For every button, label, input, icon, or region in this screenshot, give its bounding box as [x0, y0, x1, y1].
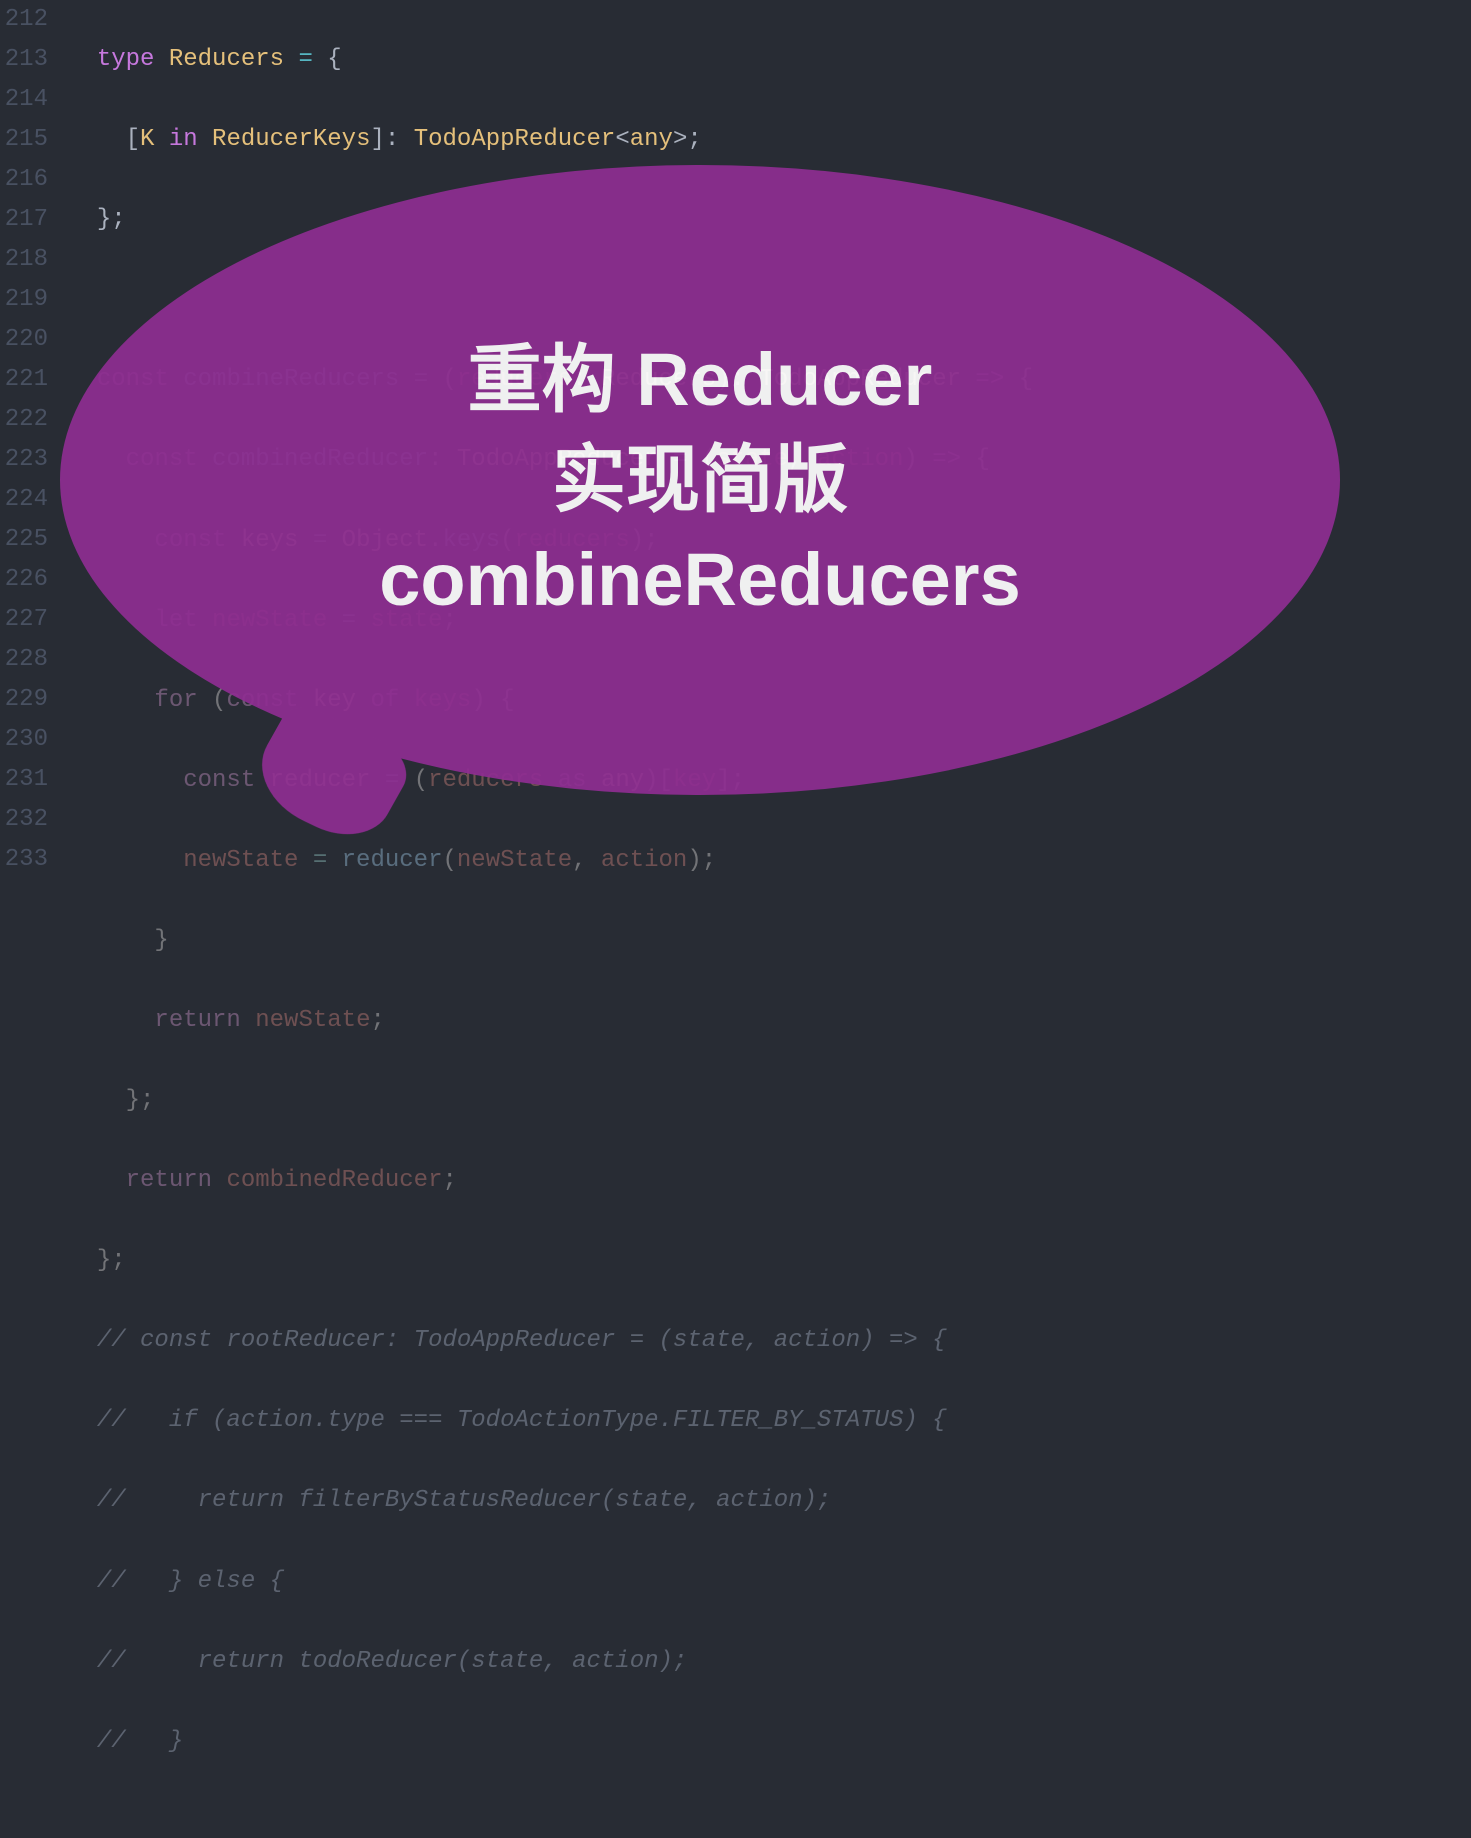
line-number-gutter: 212 213 214 215 216 217 218 219 220 221 … [0, 0, 68, 919]
code-line[interactable]: }; [68, 1081, 1471, 1121]
line-number: 212 [0, 0, 48, 40]
line-number: 213 [0, 40, 48, 80]
code-line[interactable]: // } else { [68, 1562, 1471, 1602]
code-line[interactable]: // if (action.type === TodoActionType.FI… [68, 1401, 1471, 1441]
line-number: 219 [0, 280, 48, 320]
line-number: 217 [0, 200, 48, 240]
code-line[interactable]: [K in ReducerKeys]: TodoAppReducer<any>; [68, 120, 1471, 160]
line-number: 222 [0, 400, 48, 440]
code-line[interactable]: // return todoReducer(state, action); [68, 1642, 1471, 1682]
line-number: 215 [0, 120, 48, 160]
bubble-title: 重构 Reducer 实现简版 combineReducers [379, 330, 1021, 630]
code-line[interactable]: } [68, 921, 1471, 961]
code-line[interactable]: newState = reducer(newState, action); [68, 841, 1471, 881]
line-number: 223 [0, 440, 48, 480]
line-number: 218 [0, 240, 48, 280]
bubble-line2: 实现简版 [379, 430, 1021, 530]
line-number: 230 [0, 720, 48, 760]
line-number: 228 [0, 640, 48, 680]
line-number: 231 [0, 760, 48, 800]
line-number: 226 [0, 560, 48, 600]
line-number: 225 [0, 520, 48, 560]
line-number: 220 [0, 320, 48, 360]
code-line[interactable]: }; [68, 1241, 1471, 1281]
line-number: 227 [0, 600, 48, 640]
line-number: 233 [0, 840, 48, 880]
bubble-line3: combineReducers [379, 530, 1021, 630]
bubble-line1: 重构 Reducer [379, 330, 1021, 430]
code-line[interactable]: // const rootReducer: TodoAppReducer = (… [68, 1321, 1471, 1361]
line-number: 224 [0, 480, 48, 520]
code-line[interactable]: // } [68, 1722, 1471, 1762]
line-number: 214 [0, 80, 48, 120]
code-line[interactable]: return newState; [68, 1001, 1471, 1041]
line-number: 216 [0, 160, 48, 200]
code-line[interactable]: type Reducers = { [68, 40, 1471, 80]
line-number: 232 [0, 800, 48, 840]
line-number: 221 [0, 360, 48, 400]
code-line[interactable]: return combinedReducer; [68, 1161, 1471, 1201]
line-number: 229 [0, 680, 48, 720]
code-line[interactable]: // return filterByStatusReducer(state, a… [68, 1481, 1471, 1521]
speech-bubble-overlay: 重构 Reducer 实现简版 combineReducers [60, 165, 1340, 795]
